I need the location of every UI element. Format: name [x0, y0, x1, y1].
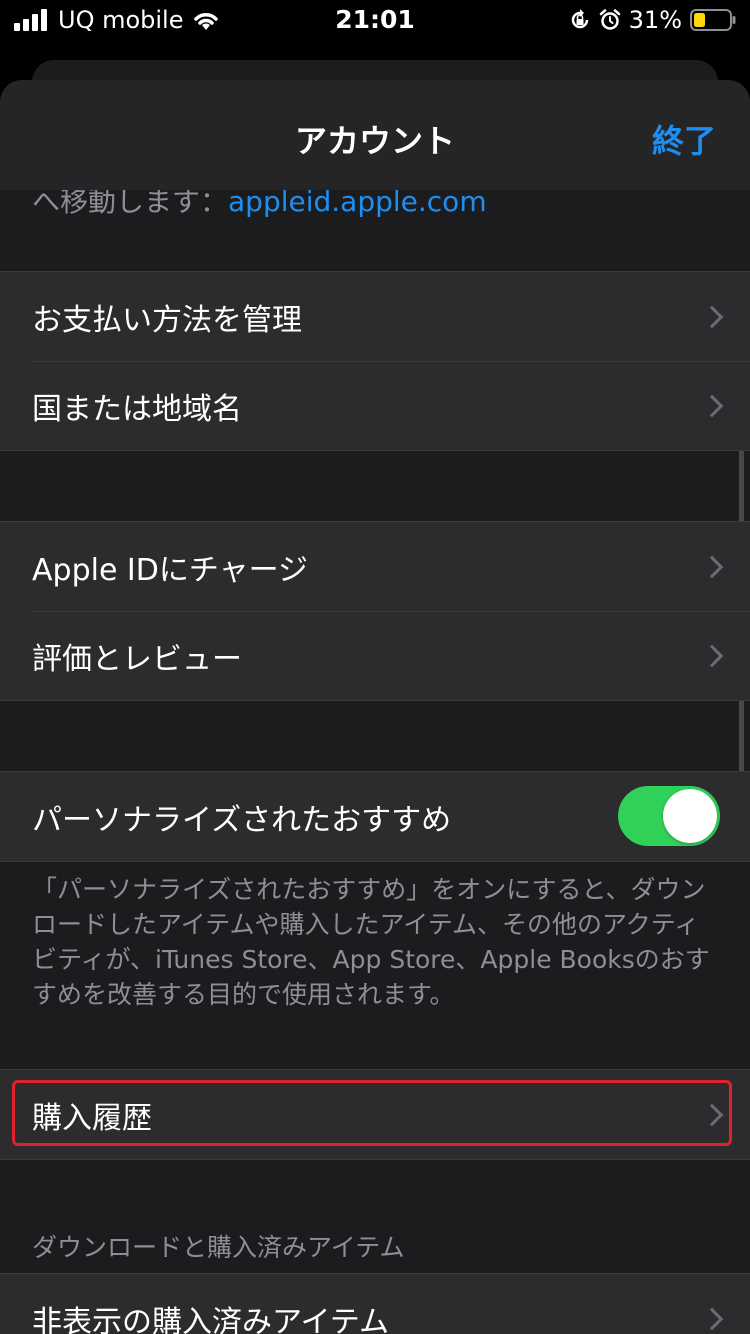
- alarm-icon: [599, 9, 620, 30]
- personalized-recommendations-row: パーソナライズされたおすすめ: [0, 772, 750, 861]
- chevron-right-icon: [700, 555, 724, 578]
- ratings-reviews-label: 評価とレビュー: [32, 641, 242, 677]
- status-bar: UQ mobile 21:01 31%: [0, 0, 750, 40]
- personalized-recommendations-toggle[interactable]: [618, 786, 720, 846]
- manage-payment-row[interactable]: お支払い方法を管理: [0, 272, 750, 361]
- downloads-section-header: ダウンロードと購入済みアイテム: [32, 1233, 405, 1262]
- toggle-knob: [663, 789, 717, 843]
- hidden-purchases-row[interactable]: 非表示の購入済みアイテム: [0, 1274, 750, 1334]
- battery-percent: 31%: [628, 6, 682, 34]
- purchase-history-label: 購入履歴: [32, 1100, 152, 1136]
- add-funds-row[interactable]: Apple IDにチャージ: [0, 522, 750, 611]
- payment-group: お支払い方法を管理 国または地域名: [0, 271, 750, 451]
- orientation-lock-icon: [571, 9, 588, 29]
- chevron-right-icon: [700, 394, 724, 417]
- manage-payment-label: お支払い方法を管理: [32, 302, 302, 338]
- account-sheet: アカウント 終了 へ移動します：appleid.apple.com お支払い方法…: [0, 80, 750, 1334]
- navigation-bar: アカウント 終了: [0, 80, 750, 190]
- battery-icon: [690, 9, 736, 31]
- purchase-history-row[interactable]: 購入履歴: [0, 1070, 750, 1159]
- status-right: 31%: [569, 6, 736, 34]
- store-group: Apple IDにチャージ 評価とレビュー: [0, 521, 750, 701]
- chevron-right-icon: [700, 1103, 724, 1126]
- ratings-reviews-row[interactable]: 評価とレビュー: [0, 611, 750, 700]
- chevron-right-icon: [700, 1307, 724, 1330]
- purchase-history-group: 購入履歴: [0, 1069, 750, 1160]
- page-title: アカウント: [294, 122, 455, 160]
- done-button[interactable]: 終了: [652, 116, 716, 162]
- chevron-right-icon: [700, 305, 724, 328]
- personalize-group: パーソナライズされたおすすめ: [0, 771, 750, 862]
- country-region-row[interactable]: 国または地域名: [0, 361, 750, 450]
- add-funds-label: Apple IDにチャージ: [32, 552, 308, 588]
- hidden-purchases-group: 非表示の購入済みアイテム: [0, 1273, 750, 1334]
- country-region-label: 国または地域名: [32, 391, 242, 427]
- personalized-recommendations-label: パーソナライズされたおすすめ: [32, 802, 452, 838]
- hidden-purchases-label: 非表示の購入済みアイテム: [32, 1304, 389, 1334]
- chevron-right-icon: [700, 644, 724, 667]
- personalize-footnote: 「パーソナライズされたおすすめ」をオンにすると、ダウンロードしたアイテムや購入し…: [32, 875, 710, 1009]
